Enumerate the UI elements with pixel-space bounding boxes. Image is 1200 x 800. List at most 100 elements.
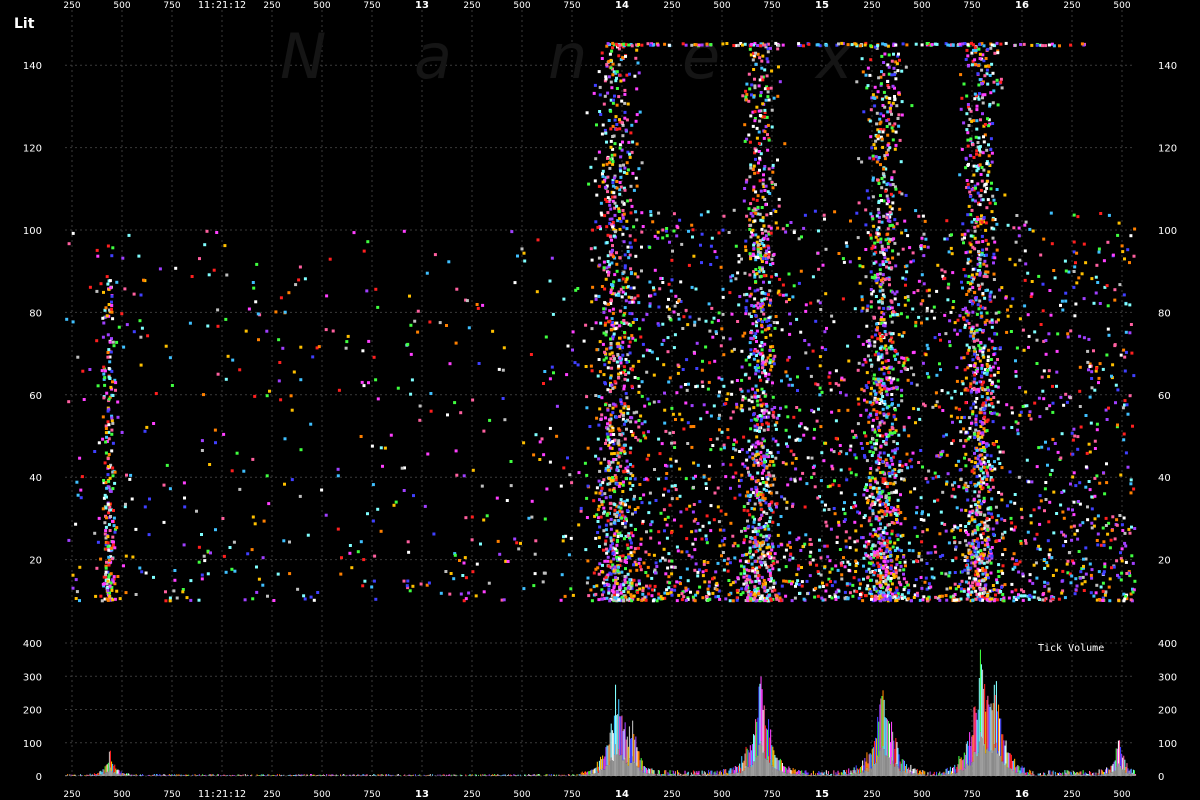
price-point bbox=[328, 257, 332, 261]
price-point bbox=[216, 324, 220, 328]
price-point bbox=[940, 268, 944, 272]
price-point bbox=[1102, 259, 1106, 263]
price-point bbox=[775, 594, 779, 598]
price-point bbox=[824, 292, 828, 296]
price-point bbox=[754, 445, 758, 449]
price-point bbox=[115, 589, 119, 593]
price-point bbox=[848, 591, 852, 595]
price-point bbox=[785, 223, 789, 227]
price-point bbox=[744, 309, 748, 313]
price-point bbox=[621, 232, 625, 236]
price-point bbox=[726, 392, 730, 396]
price-point bbox=[777, 544, 780, 548]
price-point bbox=[823, 217, 826, 221]
price-point bbox=[348, 551, 352, 555]
price-point bbox=[600, 396, 604, 400]
price-point bbox=[96, 254, 100, 258]
price-point bbox=[71, 320, 75, 324]
price-point bbox=[657, 477, 661, 481]
price-point bbox=[105, 275, 109, 279]
price-point bbox=[649, 536, 653, 540]
price-point bbox=[1013, 263, 1017, 267]
price-point bbox=[603, 94, 607, 98]
price-point bbox=[530, 515, 534, 519]
price-point bbox=[690, 555, 694, 559]
price-point bbox=[878, 383, 882, 387]
price-point bbox=[615, 582, 619, 586]
price-point bbox=[459, 592, 463, 596]
price-point bbox=[374, 287, 378, 291]
price-point bbox=[597, 479, 601, 483]
price-point bbox=[751, 530, 755, 534]
price-point bbox=[626, 469, 630, 473]
price-point bbox=[1059, 395, 1063, 399]
price-point bbox=[625, 360, 629, 364]
price-point bbox=[749, 418, 753, 422]
price-point bbox=[619, 498, 623, 502]
price-point bbox=[148, 497, 151, 501]
price-point bbox=[752, 406, 756, 410]
price-point bbox=[173, 578, 177, 582]
price-point bbox=[730, 392, 734, 396]
price-point bbox=[111, 474, 115, 478]
price-point bbox=[806, 456, 810, 460]
price-point bbox=[634, 528, 637, 531]
price-point bbox=[922, 402, 925, 406]
price-point bbox=[628, 312, 632, 315]
price-point bbox=[629, 446, 633, 450]
price-point bbox=[1019, 507, 1023, 511]
price-point bbox=[1016, 562, 1020, 566]
price-point bbox=[712, 518, 716, 522]
price-point bbox=[623, 587, 627, 590]
price-point bbox=[874, 295, 878, 298]
price-point bbox=[915, 534, 919, 538]
price-point bbox=[768, 289, 772, 293]
price-point bbox=[808, 538, 812, 542]
price-point bbox=[765, 404, 769, 408]
price-point bbox=[143, 429, 147, 433]
price-point bbox=[623, 525, 627, 529]
price-point bbox=[1115, 523, 1119, 527]
price-point bbox=[203, 559, 207, 563]
price-point bbox=[974, 405, 978, 409]
price-point bbox=[732, 347, 736, 351]
price-point bbox=[868, 450, 872, 454]
price-point bbox=[1072, 524, 1076, 528]
price-point bbox=[630, 296, 633, 300]
price-point bbox=[933, 499, 936, 503]
price-point bbox=[175, 596, 179, 600]
price-point bbox=[1016, 428, 1020, 432]
price-point bbox=[628, 351, 632, 355]
price-point bbox=[762, 525, 766, 529]
price-point bbox=[99, 557, 103, 561]
price-point bbox=[116, 400, 120, 404]
price-point bbox=[619, 409, 623, 413]
price-point bbox=[634, 119, 638, 123]
price-point bbox=[800, 580, 804, 584]
price-point bbox=[601, 481, 605, 485]
price-point bbox=[857, 578, 861, 582]
price-point bbox=[624, 517, 628, 521]
price-point bbox=[282, 539, 286, 543]
price-point bbox=[663, 558, 667, 562]
price-point bbox=[764, 203, 768, 207]
price-point bbox=[1121, 406, 1125, 410]
price-point bbox=[699, 243, 702, 247]
price-point bbox=[705, 537, 708, 541]
price-point bbox=[115, 526, 119, 530]
price-point bbox=[1121, 250, 1125, 254]
price-point bbox=[704, 345, 708, 349]
price-point bbox=[594, 536, 598, 540]
price-point bbox=[152, 575, 155, 579]
price-point bbox=[768, 348, 772, 352]
price-point bbox=[694, 474, 697, 478]
price-point bbox=[946, 391, 950, 395]
price-point bbox=[744, 534, 748, 538]
price-point bbox=[769, 368, 773, 372]
price-point bbox=[324, 513, 328, 517]
price-point bbox=[700, 380, 704, 384]
price-point bbox=[665, 588, 669, 592]
price-point bbox=[744, 248, 748, 252]
price-point bbox=[394, 500, 398, 504]
price-scatter bbox=[65, 41, 1137, 603]
